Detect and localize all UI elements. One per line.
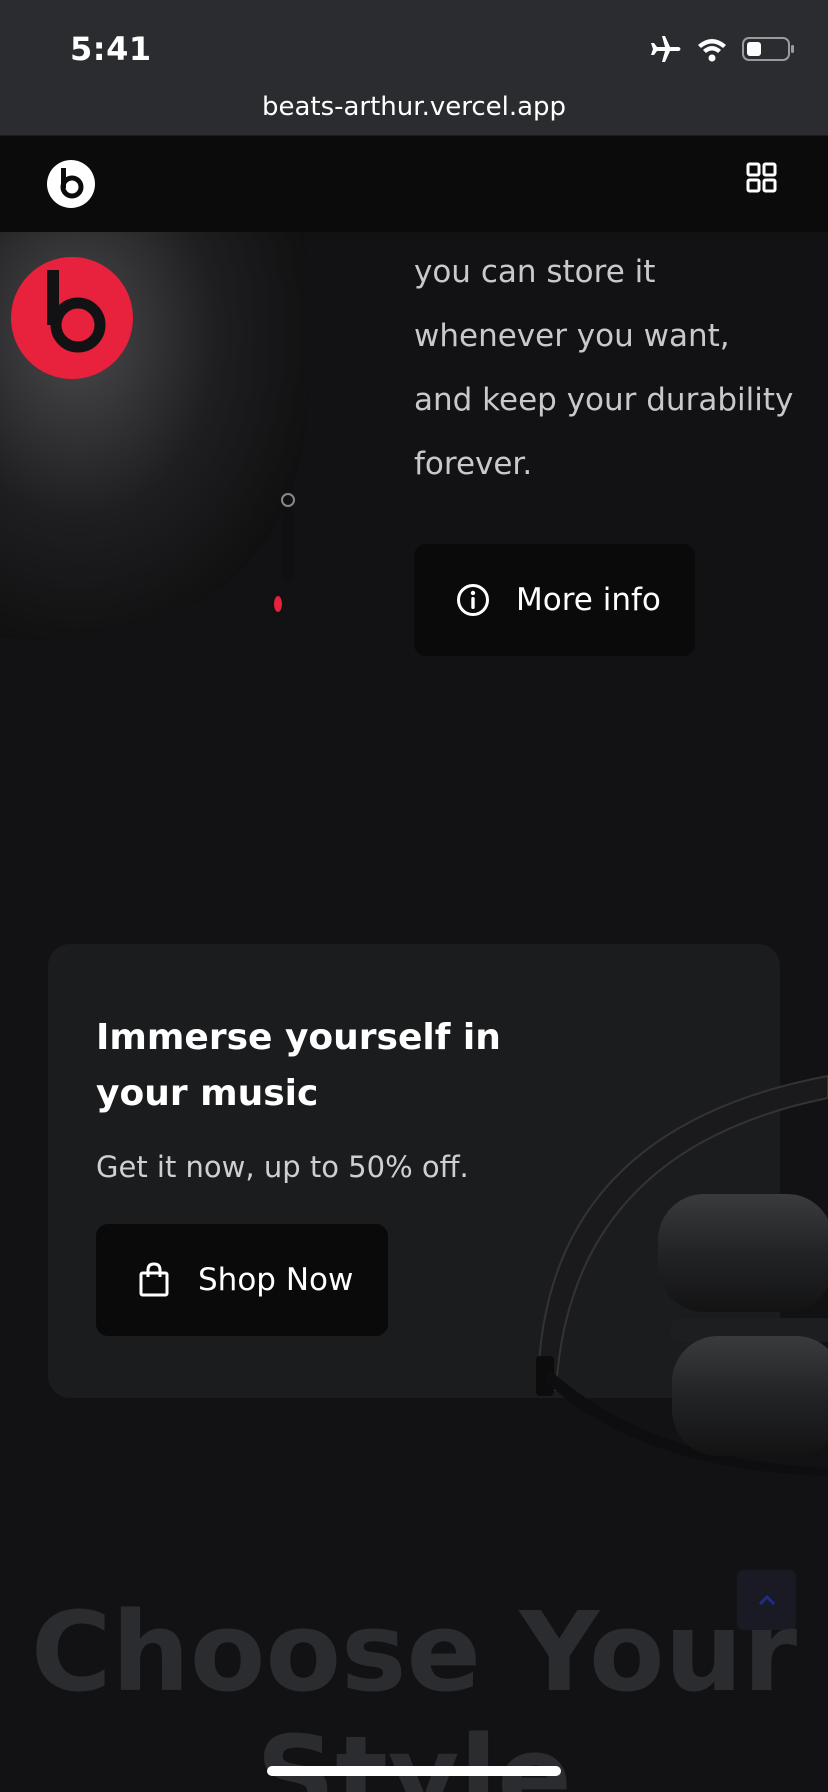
hero-description: you can store it whenever you want, and … (414, 240, 794, 496)
airplane-icon (651, 36, 681, 62)
status-time: 5:41 (70, 30, 152, 68)
info-icon (457, 584, 489, 616)
shop-now-label: Shop Now (198, 1262, 354, 1298)
hero-line: whenever you want, (414, 318, 730, 354)
status-icons (648, 34, 796, 64)
headphones-image (536, 1074, 828, 1476)
promo-title: Immerse yourself in your music (96, 1017, 501, 1114)
hero-line: and keep your durability (414, 382, 794, 418)
hero-line: forever. (414, 446, 533, 482)
hero-line: you can store it (414, 254, 656, 290)
section-heading: Choose Your Style (30, 1588, 798, 1792)
promo-subtitle: Get it now, up to 50% off. (96, 1150, 469, 1184)
more-info-label: More info (516, 582, 661, 618)
headphone-case-image (0, 232, 312, 641)
browser-status-bar: 5:41 beats-arthur.vercel.app (0, 0, 828, 136)
page: 5:41 beats-arthur.vercel.app you can sto… (0, 0, 828, 1792)
site-header (0, 136, 828, 232)
wifi-icon (698, 39, 726, 62)
more-info-button[interactable]: More info (414, 544, 695, 656)
battery-icon (742, 37, 794, 61)
shop-now-button[interactable]: Shop Now (96, 1224, 388, 1336)
address-bar-url[interactable]: beats-arthur.vercel.app (0, 92, 828, 122)
grid-icon[interactable] (746, 162, 777, 193)
home-indicator (267, 1766, 561, 1776)
shopping-bag-icon (139, 1262, 169, 1297)
beats-logo-icon[interactable] (47, 160, 95, 208)
